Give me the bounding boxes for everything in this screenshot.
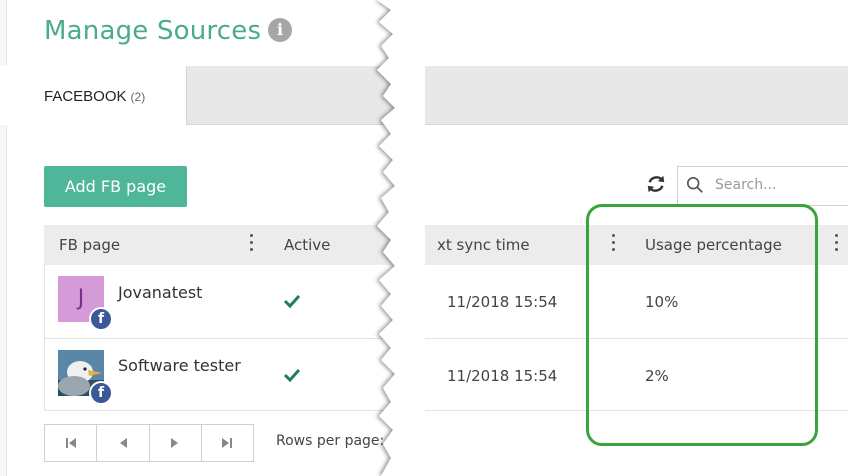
previous-page-icon [119,438,127,448]
column-header-next-sync[interactable]: xt sync time [437,236,530,254]
tab-facebook-label[interactable]: FACEBOOK (2) [44,88,145,105]
info-icon[interactable]: i [268,18,292,42]
search-icon [686,176,703,193]
column-header-fb-page[interactable]: FB page [59,236,120,254]
last-page-icon [222,438,233,448]
next-sync-time: 11/2018 15:54 [447,367,558,385]
pagination-controls [44,424,254,462]
page-title: Manage Sources [44,16,262,46]
tab-count: (2) [130,90,146,104]
next-sync-time: 11/2018 15:54 [447,293,558,311]
search-placeholder: Search... [715,177,777,193]
next-page-button[interactable] [150,425,202,461]
tab-label-text: FACEBOOK [44,88,127,105]
first-page-icon [65,438,76,448]
checkmark-icon [283,294,301,308]
fb-page-column-menu-icon[interactable] [250,234,254,252]
tab-bar [186,66,848,125]
highlight-annotation [586,204,818,446]
torn-edge-separator [377,0,425,476]
column-header-active[interactable]: Active [284,236,330,254]
next-page-icon [171,438,179,448]
facebook-icon: f [89,307,113,331]
refresh-icon[interactable] [645,173,667,195]
last-page-button[interactable] [202,425,253,461]
fb-page-name: Software tester [118,356,241,375]
first-page-button[interactable] [45,425,98,461]
add-fb-page-button[interactable]: Add FB page [44,166,187,207]
next-column-menu-icon[interactable] [835,234,839,252]
checkmark-icon [283,368,301,382]
previous-page-button[interactable] [97,425,150,461]
fb-page-name: Jovanatest [118,283,203,302]
facebook-icon: f [89,381,113,405]
